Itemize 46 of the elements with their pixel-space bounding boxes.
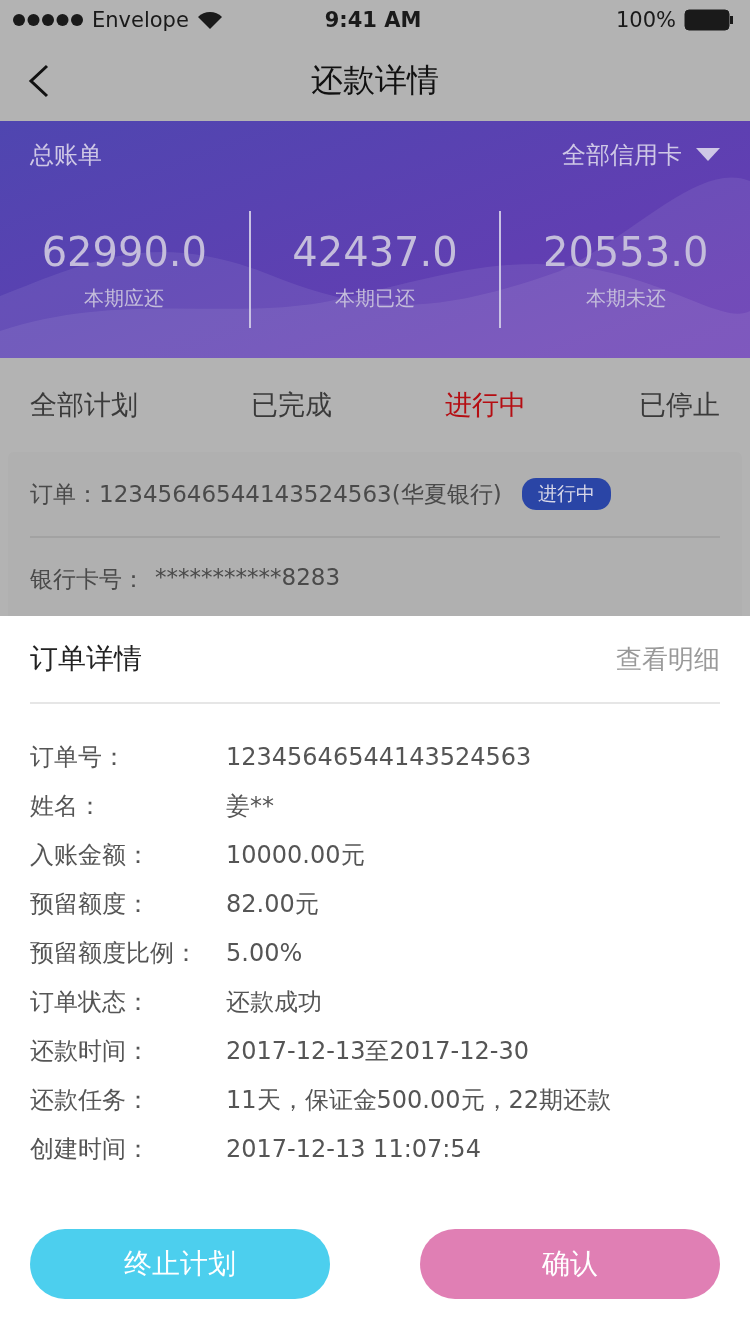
- order-title: 订单：12345646544143524563(华夏银行): [30, 479, 502, 509]
- detail-value: 2017-12-13至2017-12-30: [226, 1035, 529, 1067]
- caret-icon: [696, 148, 720, 162]
- detail-label: 创建时间：: [30, 1133, 151, 1165]
- detail-value: 10000.00元: [226, 839, 365, 871]
- detail-label: 预留额度：: [30, 888, 151, 920]
- clock-time: 9:41 AM: [324, 8, 422, 32]
- stat-amount: 62990.0: [41, 229, 208, 275]
- carrier-name: Envelope: [92, 8, 189, 32]
- card-number: ***********8283: [155, 564, 341, 592]
- filter-tab[interactable]: 已停止: [639, 387, 720, 423]
- stat-amount: 20553.0: [542, 229, 709, 275]
- battery-percent: 100%: [615, 8, 676, 32]
- detail-value: 2017-12-13 11:07:54: [226, 1134, 481, 1163]
- signal-icon: [12, 13, 84, 27]
- card-label: 银行卡号：: [30, 565, 145, 594]
- detail-value: 还款成功: [226, 986, 322, 1018]
- detail-value: 姜**: [226, 790, 274, 822]
- status-badge: 进行中: [521, 478, 611, 510]
- battery-icon: [684, 9, 734, 31]
- back-icon[interactable]: [28, 64, 50, 98]
- wifi-icon: [196, 10, 223, 30]
- detail-value: 5.00%: [226, 938, 303, 967]
- detail-label: 入账金额：: [30, 839, 151, 871]
- filter-tab[interactable]: 全部计划: [30, 387, 138, 423]
- stat-label: 本期应还: [84, 285, 165, 312]
- detail-label: 订单号：: [30, 741, 127, 773]
- detail-value: 12345646544143524563: [226, 742, 532, 771]
- filter-tab[interactable]: 已完成: [251, 387, 332, 423]
- detail-label: 还款任务：: [30, 1084, 151, 1116]
- detail-label: 还款时间：: [30, 1035, 151, 1067]
- summary-title: 总账单: [30, 140, 102, 171]
- sheet-title: 订单详情: [30, 641, 142, 677]
- stat-amount: 42437.0: [292, 229, 458, 275]
- confirm-button[interactable]: 确认: [420, 1229, 720, 1299]
- card-filter-dropdown[interactable]: 全部信用卡: [562, 139, 720, 171]
- stat-label: 本期未还: [585, 285, 666, 312]
- detail-value: 11天，保证金500.00元，22期还款: [226, 1084, 612, 1116]
- page-title: 还款详情: [311, 59, 439, 101]
- detail-label: 姓名：: [30, 790, 103, 822]
- filter-tab[interactable]: 进行中: [445, 387, 526, 423]
- detail-value: 82.00元: [226, 888, 319, 920]
- view-details-link[interactable]: 查看明细: [616, 641, 720, 677]
- stat-label: 本期已还: [335, 285, 415, 312]
- detail-label: 订单状态：: [30, 986, 151, 1018]
- detail-label: 预留额度比例：: [30, 937, 199, 969]
